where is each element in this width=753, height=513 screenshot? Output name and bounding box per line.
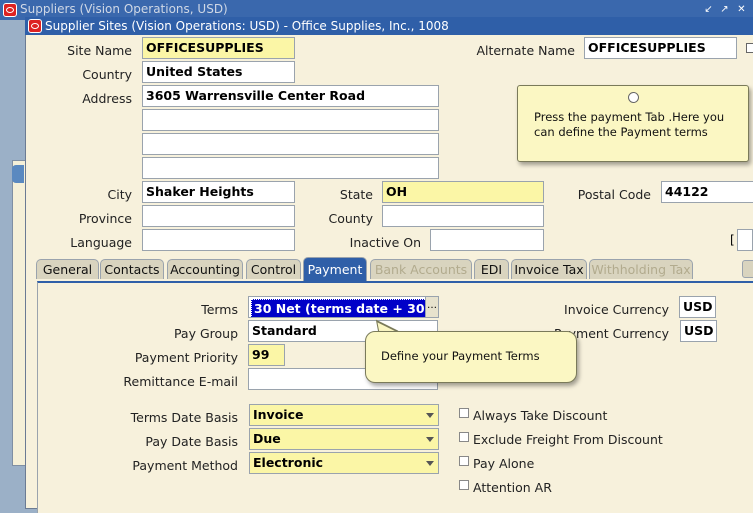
payment-priority-field[interactable]: 99 <box>248 344 285 366</box>
alternate-name-checkbox[interactable] <box>746 43 753 53</box>
background-window-title: Suppliers (Vision Operations, USD) <box>20 2 228 16</box>
address-label: Address <box>82 91 132 106</box>
language-field[interactable] <box>142 229 295 251</box>
pay-alone-checkbox[interactable] <box>459 456 469 466</box>
province-label: Province <box>78 211 132 226</box>
close-icon[interactable]: ✕ <box>735 3 748 16</box>
city-field[interactable]: Shaker Heights <box>142 181 295 203</box>
tab-invoice-tax[interactable]: Invoice Tax <box>511 259 587 279</box>
pay-date-basis-label: Pay Date Basis <box>145 434 238 449</box>
background-window-tab[interactable] <box>12 165 24 183</box>
terms-date-basis-value: Invoice <box>253 407 304 422</box>
postal-code-label: Postal Code <box>577 187 651 202</box>
site-name-field[interactable]: OFFICESUPPLIES <box>142 37 295 59</box>
pay-date-basis-select[interactable]: Due <box>249 428 439 450</box>
window-title: Supplier Sites (Vision Operations: USD) … <box>45 19 449 33</box>
terms-field[interactable]: 30 Net (terms date + 30) <box>248 296 426 318</box>
state-label: State <box>339 187 373 202</box>
terms-date-basis-select[interactable]: Invoice <box>249 404 439 426</box>
alternate-name-field[interactable]: OFFICESUPPLIES <box>584 37 737 59</box>
chevron-down-icon[interactable] <box>426 413 434 418</box>
address-line-1-field[interactable]: 3605 Warrensville Center Road <box>142 85 439 107</box>
invoice-currency-label: Invoice Currency <box>564 302 669 317</box>
tab-accounting[interactable]: Accounting <box>167 259 243 279</box>
address-line-2-field[interactable] <box>142 109 439 131</box>
country-label: Country <box>82 67 132 82</box>
tab-control[interactable]: Control <box>246 259 301 279</box>
pay-group-label: Pay Group <box>173 326 238 341</box>
payment-terms-callout-text: Define your Payment Terms <box>381 349 540 363</box>
language-label: Language <box>70 235 132 250</box>
descriptive-flexfield[interactable] <box>737 229 753 251</box>
chevron-down-icon[interactable] <box>426 437 434 442</box>
payment-tab-callout-text: Press the payment Tab .Here you can defi… <box>534 110 725 139</box>
oracle-app-icon <box>3 3 17 17</box>
payment-terms-callout: Define your Payment Terms <box>365 331 577 383</box>
pay-date-basis-value: Due <box>253 431 281 446</box>
city-label: City <box>107 187 133 202</box>
chevron-down-icon[interactable] <box>426 461 434 466</box>
minimize-icon[interactable]: ↙ <box>702 3 715 16</box>
postal-code-field[interactable]: 44122 <box>661 181 753 203</box>
always-take-discount-label: Always Take Discount <box>473 408 608 423</box>
tab-bank-accounts[interactable]: Bank Accounts <box>370 259 472 279</box>
terms-value-selected: 30 Net (terms date + 30) <box>251 299 425 317</box>
inactive-on-label: Inactive On <box>349 235 421 250</box>
exclude-freight-checkbox[interactable] <box>459 432 469 442</box>
payment-method-select[interactable]: Electronic <box>249 452 439 474</box>
terms-date-basis-label: Terms Date Basis <box>130 410 238 425</box>
tab-general[interactable]: General <box>36 259 99 279</box>
tab-scroll-button[interactable] <box>742 260 753 278</box>
pay-alone-label: Pay Alone <box>473 456 535 471</box>
site-name-label: Site Name <box>67 43 132 58</box>
descriptive-flexfield-bracket[interactable]: [ <box>730 233 735 247</box>
tab-payment[interactable]: Payment <box>303 257 367 281</box>
inactive-on-field[interactable] <box>430 229 544 251</box>
lightbulb-icon <box>628 92 639 103</box>
state-field[interactable]: OH <box>382 181 544 203</box>
attention-ar-checkbox[interactable] <box>459 480 469 490</box>
remittance-email-label: Remittance E-mail <box>123 374 238 389</box>
province-field[interactable] <box>142 205 295 227</box>
oracle-window-icon <box>28 19 42 33</box>
county-label: County <box>328 211 373 226</box>
county-field[interactable] <box>382 205 544 227</box>
invoice-currency-field[interactable]: USD <box>679 296 716 318</box>
address-line-3-field[interactable] <box>142 133 439 155</box>
always-take-discount-checkbox[interactable] <box>459 408 469 418</box>
payment-method-label: Payment Method <box>132 458 238 473</box>
tab-edi[interactable]: EDI <box>474 259 509 279</box>
alternate-name-label: Alternate Name <box>476 43 575 58</box>
attention-ar-label: Attention AR <box>473 480 552 495</box>
exclude-freight-label: Exclude Freight From Discount <box>473 432 663 447</box>
address-line-4-field[interactable] <box>142 157 439 179</box>
tab-withholding-tax[interactable]: Withholding Tax <box>589 259 693 279</box>
terms-lov-button[interactable]: … <box>425 296 439 318</box>
country-field[interactable]: United States <box>142 61 295 83</box>
payment-currency-field[interactable]: USD <box>680 320 717 342</box>
payment-tab-callout: Press the payment Tab .Here you can defi… <box>517 85 749 162</box>
payment-method-value: Electronic <box>253 455 324 470</box>
maximize-icon[interactable]: ↗ <box>718 3 731 16</box>
payment-priority-label: Payment Priority <box>134 350 238 365</box>
tab-contacts[interactable]: Contacts <box>100 259 164 279</box>
terms-label: Terms <box>201 302 238 317</box>
